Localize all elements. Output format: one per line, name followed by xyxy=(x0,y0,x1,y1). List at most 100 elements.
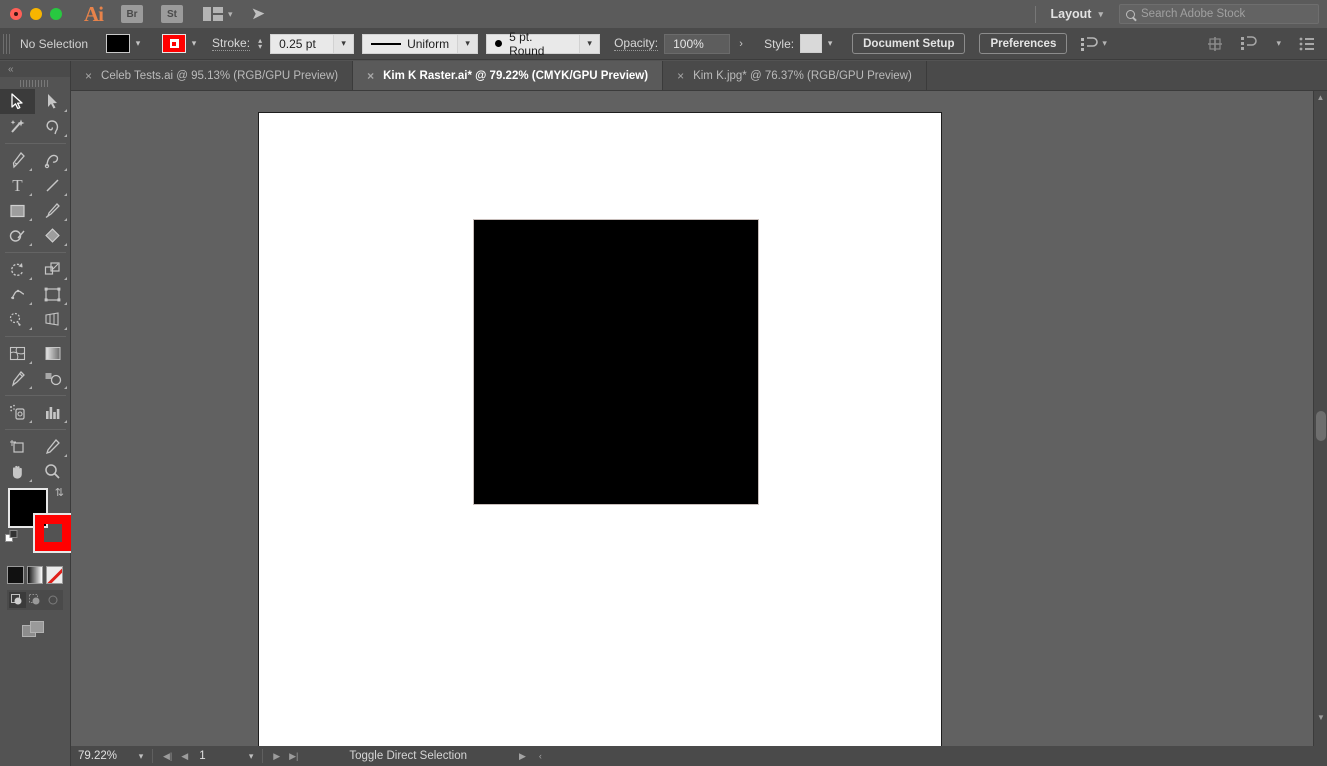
zoom-tool[interactable] xyxy=(35,459,70,484)
stroke-color-box[interactable] xyxy=(33,513,73,553)
stroke-weight-stepper[interactable]: ▴ ▾ xyxy=(258,36,262,50)
rocket-icon[interactable]: ➤ xyxy=(250,4,265,24)
eyedropper-tool[interactable] xyxy=(0,366,35,391)
slice-tool[interactable] xyxy=(35,434,70,459)
list-view-icon[interactable] xyxy=(1299,37,1315,51)
canvas-area[interactable] xyxy=(71,91,1313,746)
mesh-tool[interactable] xyxy=(0,341,35,366)
transform-grid-icon[interactable] xyxy=(1207,36,1223,52)
stroke-label[interactable]: Stroke: xyxy=(212,36,251,51)
stroke-profile-combo[interactable]: Uniform ▾ xyxy=(362,33,479,54)
preferences-button[interactable]: Preferences xyxy=(979,33,1068,54)
stroke-weight-value[interactable]: 0.25 pt xyxy=(270,33,335,54)
artboard-number-input[interactable]: 1 xyxy=(195,750,243,762)
zoom-level-value[interactable]: 79.22% xyxy=(71,747,133,765)
chevron-down-icon[interactable]: ▾ xyxy=(458,33,479,54)
bridge-button[interactable]: Br xyxy=(121,5,143,23)
stroke-color-swatch[interactable] xyxy=(162,34,187,53)
swap-fill-stroke-icon[interactable]: ⇅ xyxy=(55,486,64,499)
tools-panel-grip[interactable] xyxy=(0,77,70,89)
first-artboard-button[interactable]: ◀| xyxy=(163,751,172,762)
maximize-window-button[interactable] xyxy=(50,8,62,20)
stroke-dropdown-arrow[interactable]: ▾ xyxy=(186,38,202,49)
close-icon[interactable]: × xyxy=(677,69,684,83)
chevron-down-icon[interactable]: ▾ xyxy=(334,33,355,54)
minimize-window-button[interactable] xyxy=(30,8,42,20)
shaper-tool[interactable] xyxy=(0,223,35,248)
column-graph-tool[interactable] xyxy=(35,400,70,425)
search-adobe-stock-input[interactable]: Search Adobe Stock xyxy=(1119,4,1319,24)
type-tool[interactable]: T xyxy=(0,173,35,198)
brush-definition-value[interactable]: 5 pt. Round xyxy=(486,30,581,58)
brush-definition-combo[interactable]: 5 pt. Round ▾ xyxy=(486,30,601,58)
graphic-style-swatch[interactable] xyxy=(800,34,823,53)
color-mode-gradient[interactable] xyxy=(26,566,44,584)
curvature-tool[interactable] xyxy=(35,148,70,173)
collapse-tools-button[interactable]: « xyxy=(0,61,70,77)
free-transform-tool[interactable] xyxy=(35,282,70,307)
perspective-grid-tool[interactable] xyxy=(35,307,70,332)
black-square[interactable] xyxy=(473,219,759,505)
stroke-weight-combo[interactable]: 0.25 pt ▾ xyxy=(270,33,355,54)
color-mode-solid[interactable] xyxy=(7,566,24,584)
last-artboard-button[interactable]: ▶| xyxy=(289,751,298,762)
zoom-dropdown-arrow[interactable]: ▾ xyxy=(133,751,149,762)
layout-workspace-button[interactable]: Layout ▾ xyxy=(1050,7,1103,21)
document-tab-kim-k-jpg[interactable]: × Kim K.jpg* @ 76.37% (RGB/GPU Preview) xyxy=(663,61,927,90)
scroll-up-arrow[interactable]: ▲ xyxy=(1314,91,1327,104)
default-fill-stroke-icon[interactable] xyxy=(5,530,19,547)
direct-selection-tool[interactable] xyxy=(35,89,70,114)
hand-tool[interactable] xyxy=(0,459,35,484)
gradient-tool[interactable] xyxy=(35,341,70,366)
arrange-panel-icon[interactable] xyxy=(1241,36,1258,51)
symbol-sprayer-tool[interactable] xyxy=(0,400,35,425)
close-window-button[interactable] xyxy=(10,8,22,20)
document-setup-button[interactable]: Document Setup xyxy=(852,33,966,54)
draw-behind-mode[interactable] xyxy=(27,592,44,608)
opacity-input[interactable]: 100% xyxy=(664,33,731,54)
style-dropdown-arrow[interactable]: ▾ xyxy=(822,38,838,49)
chevron-down-icon[interactable]: ▾ xyxy=(580,33,601,54)
pen-tool[interactable] xyxy=(0,148,35,173)
document-tab-celeb-tests[interactable]: × Celeb Tests.ai @ 95.13% (RGB/GPU Previ… xyxy=(71,61,354,90)
close-icon[interactable]: × xyxy=(367,69,374,83)
line-segment-tool[interactable] xyxy=(35,173,70,198)
blend-tool[interactable] xyxy=(35,366,70,391)
control-bar-grip[interactable] xyxy=(3,33,12,54)
fill-dropdown-arrow[interactable]: ▾ xyxy=(130,38,146,49)
next-artboard-button[interactable]: ▶ xyxy=(273,751,280,762)
vertical-scroll-thumb[interactable] xyxy=(1316,411,1326,441)
vertical-scrollbar[interactable]: ▲ ▼ xyxy=(1313,91,1327,746)
draw-inside-mode[interactable] xyxy=(44,592,61,608)
rectangle-tool[interactable] xyxy=(0,198,35,223)
change-screen-mode-button[interactable] xyxy=(0,610,70,640)
document-tab-kim-k-raster[interactable]: × Kim K Raster.ai* @ 79.22% (CMYK/GPU Pr… xyxy=(353,61,664,90)
fill-color-swatch[interactable] xyxy=(106,34,131,53)
width-tool[interactable] xyxy=(0,282,35,307)
scroll-down-arrow[interactable]: ▼ xyxy=(1314,711,1327,724)
artboard-tool[interactable] xyxy=(0,434,35,459)
artboard-dropdown-arrow[interactable]: ▾ xyxy=(243,751,259,762)
lasso-tool[interactable] xyxy=(35,114,70,139)
arrange-documents-button[interactable]: ▾ xyxy=(203,7,233,21)
stock-button[interactable]: St xyxy=(161,5,183,23)
selection-tool[interactable] xyxy=(0,89,35,114)
magic-wand-tool[interactable] xyxy=(0,114,35,139)
shape-builder-tool[interactable] xyxy=(0,307,35,332)
status-prev-arrow[interactable]: ‹ xyxy=(539,751,542,762)
stroke-profile-value[interactable]: Uniform xyxy=(362,33,459,54)
paintbrush-tool[interactable] xyxy=(35,198,70,223)
status-next-arrow[interactable]: ▶ xyxy=(519,751,526,762)
opacity-label[interactable]: Opacity: xyxy=(614,36,659,51)
eraser-tool[interactable] xyxy=(35,223,70,248)
draw-normal-mode[interactable] xyxy=(9,592,26,608)
previous-artboard-button[interactable]: ◀ xyxy=(181,751,188,762)
color-mode-none[interactable] xyxy=(46,566,64,584)
align-objects-button[interactable]: ▾ xyxy=(1081,36,1107,51)
opacity-options-arrow[interactable]: › xyxy=(732,33,751,54)
artboard[interactable] xyxy=(258,112,942,746)
close-icon[interactable]: × xyxy=(85,69,92,83)
rotate-tool[interactable] xyxy=(0,257,35,282)
scale-tool[interactable] xyxy=(35,257,70,282)
chevron-down-icon[interactable]: ▾ xyxy=(1276,38,1281,49)
